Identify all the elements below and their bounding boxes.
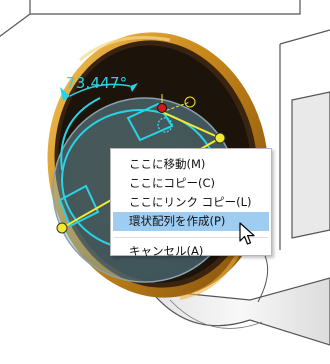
rotation-angle-label: 73.447° [66, 74, 128, 92]
mouse-pointer-icon [239, 222, 255, 245]
menu-item-copy-here[interactable]: ここにコピー(C) [113, 174, 269, 193]
axis-handle-right[interactable] [214, 132, 226, 144]
menu-item-move-here[interactable]: ここに移動(M) [113, 155, 269, 174]
menu-item-link-copy-here[interactable]: ここにリンク コピー(L) [113, 193, 269, 212]
axis-handle-left[interactable] [56, 222, 68, 234]
